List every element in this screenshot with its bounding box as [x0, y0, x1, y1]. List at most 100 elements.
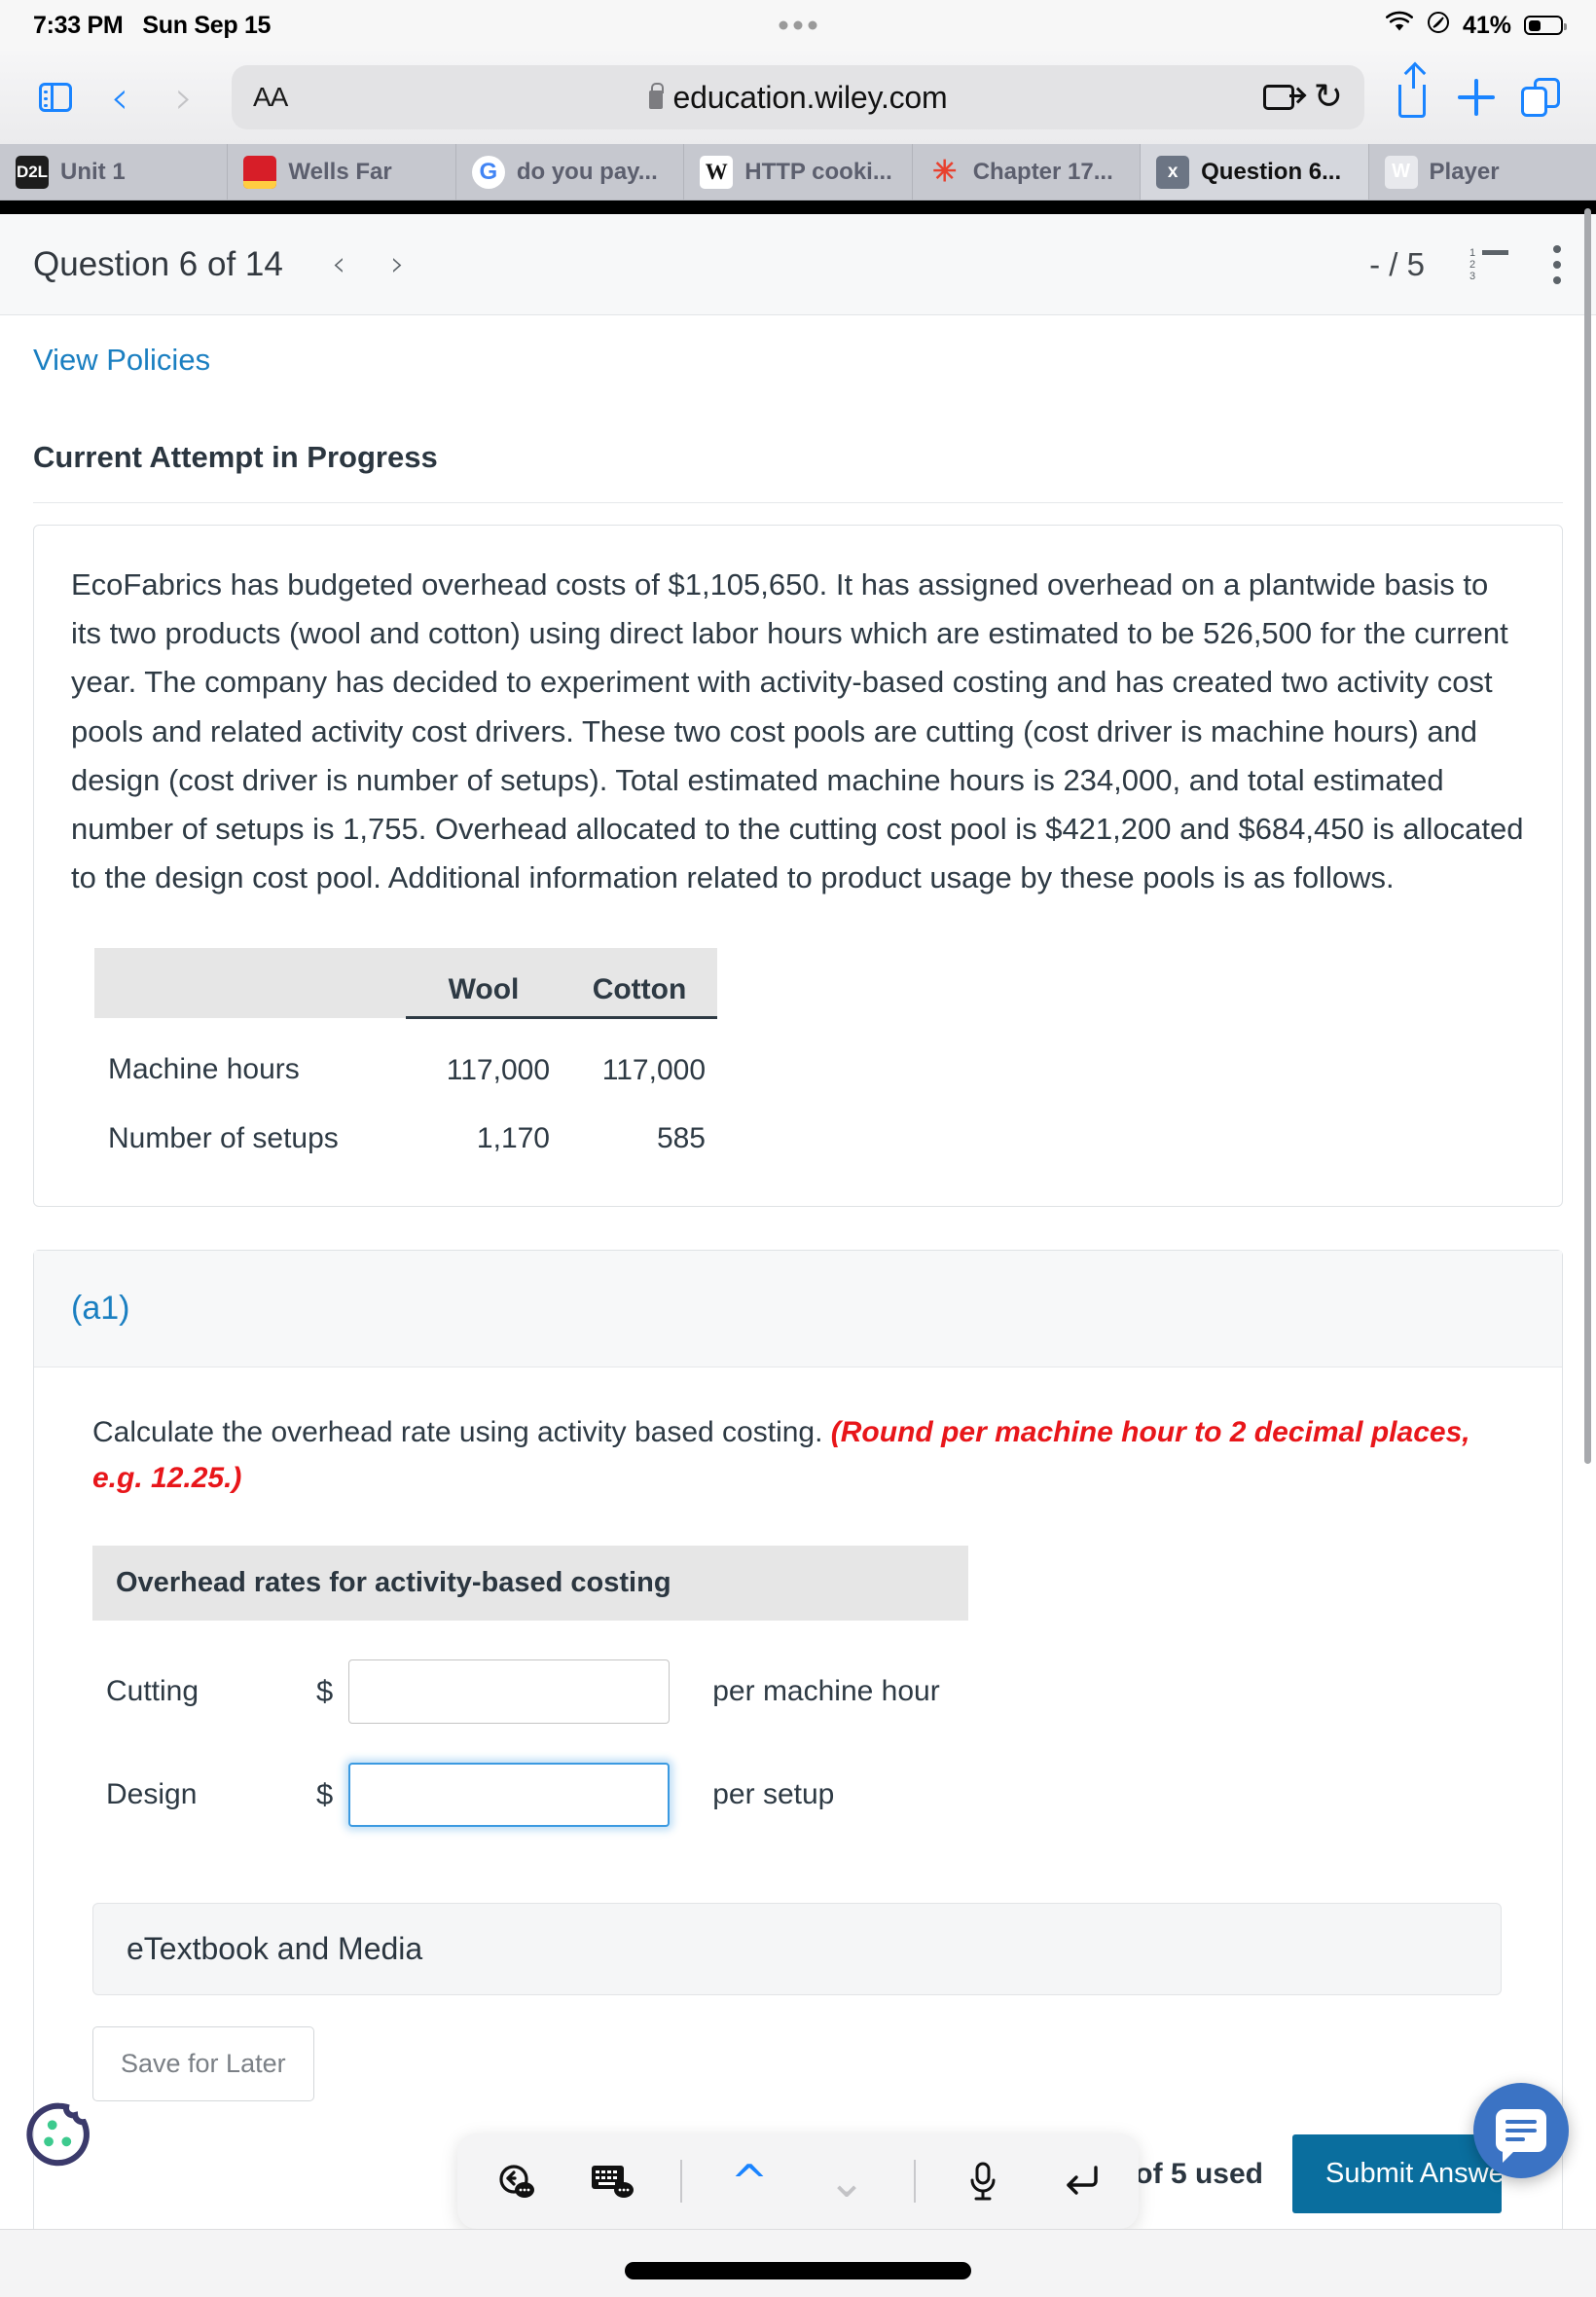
table-header-wool: Wool	[406, 947, 562, 1020]
currency-symbol: $	[316, 1674, 334, 1709]
table-header-blank	[94, 947, 406, 1018]
problem-statement: EcoFabrics has budgeted overhead costs o…	[71, 567, 1524, 895]
table-header-cotton: Cotton	[562, 947, 717, 1020]
tab-overview-button[interactable]	[1510, 67, 1571, 128]
browser-tab[interactable]: D2L Unit 1	[0, 144, 229, 200]
rate-suffix-design: per setup	[712, 1778, 835, 1811]
ios-status-bar: 7:33 PM Sun Sep 15 41%	[0, 0, 1596, 51]
excel-favicon: x	[1156, 155, 1190, 189]
chegg-favicon: ✳	[932, 156, 958, 188]
status-left: 7:33 PM Sun Sep 15	[33, 12, 271, 40]
cell-wool: 117,000	[446, 1054, 550, 1087]
rate-label-design: Design	[106, 1778, 198, 1811]
table-header-row: Wool Cotton	[94, 947, 717, 1020]
instruction-plain: Calculate the overhead rate using activi…	[92, 1416, 831, 1449]
browser-tab[interactable]: ✳ Chapter 17...	[912, 144, 1142, 200]
home-indicator[interactable]	[625, 2262, 971, 2279]
etextbook-and-media-button[interactable]: eTextbook and Media	[92, 1903, 1502, 1996]
status-date: Sun Sep 15	[142, 11, 272, 39]
cutting-rate-input[interactable]	[348, 1659, 671, 1725]
chevron-up-icon: ^	[730, 2155, 769, 2207]
page-top-band	[0, 201, 1596, 214]
tab-label: Chapter 17...	[972, 158, 1113, 185]
table-row: Number of setups 1,170 585	[94, 1087, 717, 1155]
location-icon	[1427, 11, 1450, 41]
chevron-left-icon: ‹	[110, 71, 129, 124]
chat-bubble-icon	[1496, 2109, 1546, 2163]
wikipedia-favicon: W	[700, 155, 734, 189]
chevron-down-icon: ⌄	[827, 2155, 866, 2207]
address-bar[interactable]: AA education.wiley.com ↻	[232, 65, 1364, 129]
next-field-button[interactable]: ⌄	[816, 2151, 877, 2211]
problem-card: EcoFabrics has budgeted overhead costs o…	[33, 525, 1563, 1208]
cookie-consent-button[interactable]	[21, 2096, 97, 2172]
reload-icon[interactable]: ↻	[1314, 80, 1343, 115]
battery-icon	[1524, 16, 1567, 35]
submit-answer-button[interactable]: Submit Answer	[1292, 2134, 1502, 2214]
browser-tab[interactable]: W HTTP cooki...	[684, 144, 913, 200]
score-display: - / 5	[1369, 245, 1425, 282]
chat-support-button[interactable]	[1473, 2083, 1569, 2178]
wifi-icon	[1385, 11, 1414, 41]
vertical-scrollbar[interactable]	[1584, 208, 1591, 1464]
tab-label: Player	[1429, 158, 1500, 185]
sidebar-toggle-button[interactable]	[25, 67, 86, 128]
row-label: Machine hours	[108, 1053, 300, 1086]
wellsfargo-favicon	[243, 155, 277, 189]
sidebar-icon	[39, 83, 72, 112]
currency-symbol: $	[316, 1777, 334, 1812]
share-button[interactable]	[1382, 65, 1442, 128]
tab-label: Unit 1	[60, 158, 126, 185]
undo-suggestion-icon	[499, 2165, 534, 2198]
rate-label-cutting: Cutting	[106, 1675, 200, 1708]
browser-tab[interactable]: G do you pay...	[455, 144, 685, 200]
status-dynamic-island	[779, 20, 817, 30]
keyboard-suggestion-icon	[592, 2166, 634, 2198]
current-attempt-heading: Current Attempt in Progress	[33, 378, 1563, 503]
return-icon	[1067, 2166, 1098, 2195]
keyboard-suggestion-button[interactable]	[583, 2151, 643, 2211]
undo-suggestion-button[interactable]	[486, 2151, 546, 2211]
rate-row-design: Design $ per setup	[92, 1763, 1504, 1828]
d2l-favicon: D2L	[16, 155, 49, 189]
share-icon	[1398, 65, 1426, 118]
text-size-button[interactable]: AA	[253, 82, 288, 113]
back-button[interactable]: ‹	[90, 67, 150, 128]
url-display: education.wiley.com	[232, 80, 1364, 116]
keyboard-accessory-bar: ^ ⌄	[457, 2133, 1139, 2229]
previous-field-button[interactable]: ^	[719, 2151, 780, 2211]
cookie-consent-icon	[26, 2102, 90, 2167]
tab-label: HTTP cooki...	[744, 158, 892, 185]
part-a1-card: (a1) Calculate the overhead rate using a…	[33, 1250, 1563, 2248]
calculation-instruction: Calculate the overhead rate using activi…	[92, 1410, 1504, 1501]
question-content: View Policies Current Attempt in Progres…	[0, 315, 1596, 2296]
browser-tab-active[interactable]: x Question 6...	[1141, 144, 1369, 200]
numbered-list-icon[interactable]: 123	[1469, 247, 1508, 281]
reader-view-icon[interactable]	[1262, 85, 1303, 110]
rate-suffix-cutting: per machine hour	[712, 1675, 940, 1708]
page-title: Question 6 of 14	[33, 244, 283, 283]
part-a1-body: Calculate the overhead rate using activi…	[34, 1367, 1562, 2246]
rate-row-cutting: Cutting $ per machine hour	[92, 1659, 1504, 1725]
save-for-later-button[interactable]: Save for Later	[92, 2026, 314, 2102]
product-usage-table: Wool Cotton Machine hours 117,000 117,00…	[94, 947, 717, 1156]
next-question-button[interactable]: ›	[390, 244, 404, 284]
chevron-right-icon: ›	[174, 71, 194, 124]
new-tab-button[interactable]	[1446, 67, 1506, 128]
dismiss-keyboard-button[interactable]	[1050, 2151, 1110, 2211]
question-header: Question 6 of 14 ‹ › - / 5 123	[0, 214, 1596, 315]
cell-cotton: 585	[656, 1122, 706, 1155]
design-rate-input[interactable]	[348, 1763, 671, 1828]
status-time: 7:33 PM	[33, 11, 124, 39]
dictation-button[interactable]	[953, 2151, 1013, 2211]
address-bar-actions: ↻	[1262, 80, 1343, 115]
keyboard-bar-divider	[680, 2160, 682, 2203]
view-policies-link[interactable]: View Policies	[33, 315, 1563, 378]
prev-question-button[interactable]: ‹	[332, 244, 345, 284]
browser-tab[interactable]: Wells Far	[228, 144, 456, 200]
forward-button[interactable]: ›	[154, 67, 214, 128]
kebab-menu-icon[interactable]	[1553, 244, 1563, 284]
browser-tab[interactable]: W Player	[1368, 144, 1596, 200]
table-row: Machine hours 117,000 117,000	[94, 1018, 717, 1088]
battery-percent: 41%	[1462, 11, 1511, 39]
